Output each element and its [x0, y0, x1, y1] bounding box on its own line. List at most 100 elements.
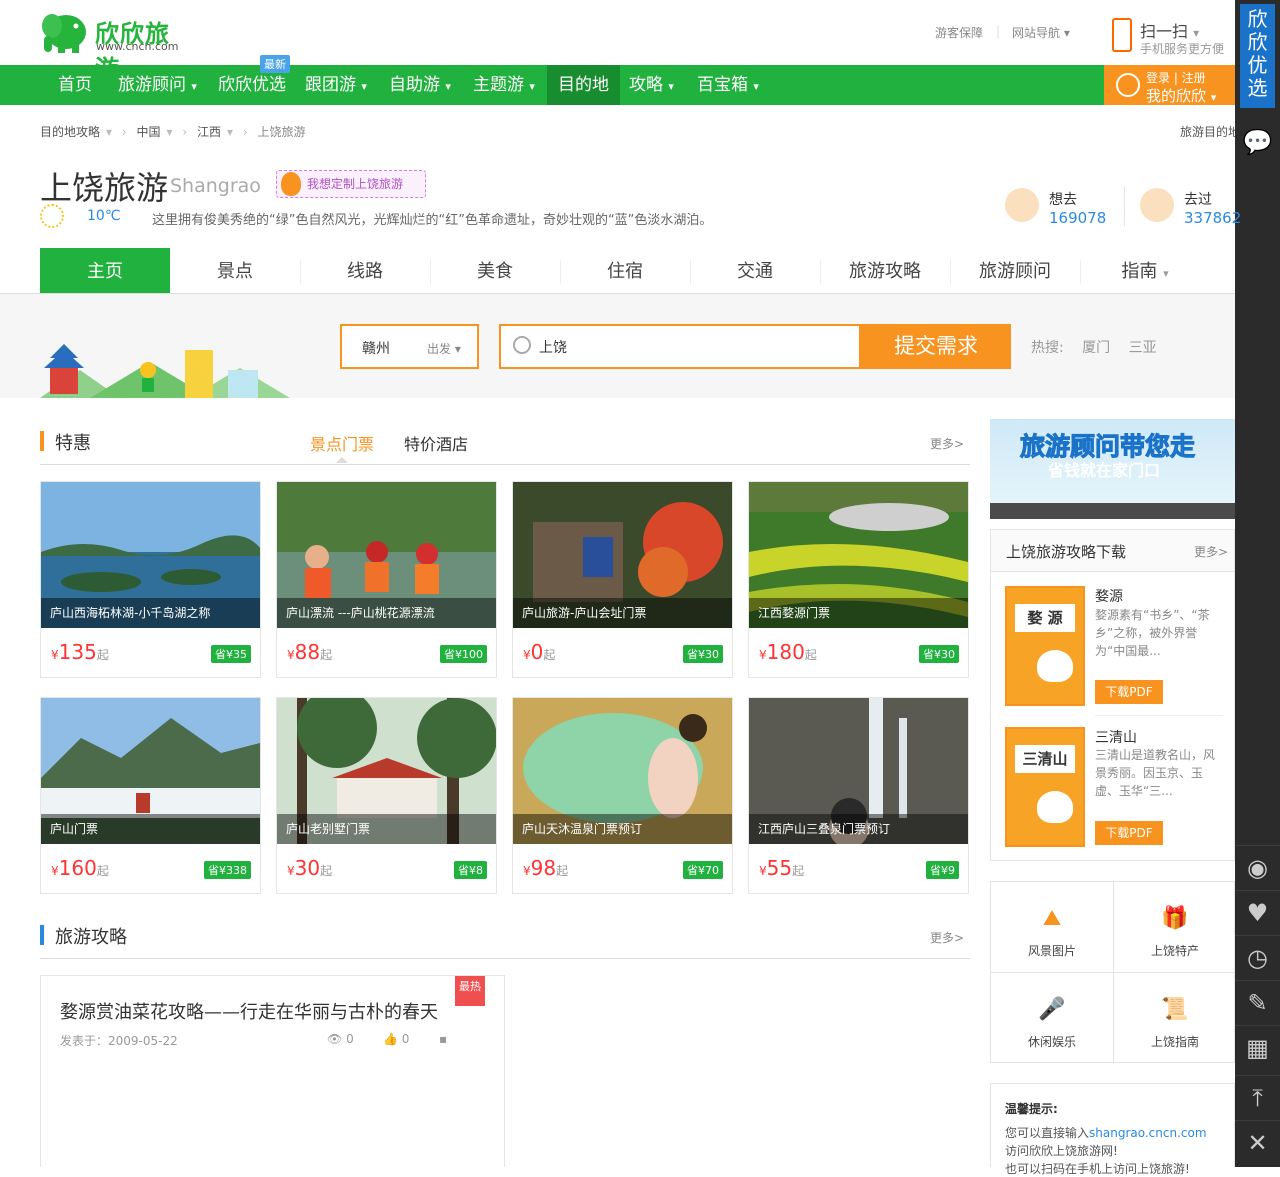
subtab-hotels[interactable]: 特价酒店 — [404, 431, 468, 455]
hot-search-link[interactable]: 厦门 — [1082, 340, 1110, 356]
site-nav-link[interactable]: 网站导航 ▾ — [1012, 24, 1070, 41]
tab-home[interactable]: 主页 — [40, 248, 170, 293]
submit-request-button[interactable]: 提交需求 — [861, 324, 1011, 369]
tab-transport[interactable]: 交通 — [690, 248, 820, 293]
tab-routes[interactable]: 线路 — [300, 248, 430, 293]
selection-promo[interactable]: 欣欣优选 — [1240, 4, 1275, 108]
book-cover[interactable]: 婺 源 — [1005, 586, 1085, 706]
departure-select[interactable]: 赣州 出发 ▾ — [340, 324, 479, 369]
city-guide-link[interactable]: 📜 上饶指南 — [1114, 973, 1236, 1063]
tab-hotels[interactable]: 住宿 — [560, 248, 690, 293]
login-register-link[interactable]: 登录 | 注册 — [1146, 69, 1206, 86]
deal-price: ¥135起 — [51, 640, 109, 664]
local-specialties-link[interactable]: 🎁 上饶特产 — [1114, 882, 1236, 972]
download-pdf-button[interactable]: 下载PDF — [1095, 821, 1163, 845]
quick-links-grid: ⛰ 风景图片 🎁 上饶特产 🎤 休闲娱乐 📜 上饶指南 — [990, 881, 1235, 1063]
nav-label: 旅游顾问 — [118, 75, 186, 95]
nav-guide[interactable]: 攻略 ▾ — [629, 65, 674, 105]
deal-card[interactable]: 庐山西海柘林湖-小千岛湖之称 ¥135起 省¥35 — [40, 481, 261, 678]
nav-self-tour[interactable]: 自助游 ▾ — [389, 65, 451, 105]
site-nav-label: 网站导航 — [1012, 26, 1061, 40]
history-clock-icon[interactable]: ◷ — [1235, 935, 1280, 980]
breadcrumb-item[interactable]: 江西 — [197, 125, 221, 139]
visitor-guarantee-link[interactable]: 游客保障 — [935, 24, 983, 41]
deals-title: 特惠 — [55, 433, 91, 454]
heart-icon — [1005, 188, 1039, 222]
deal-card[interactable]: 江西婺源门票 ¥180起 省¥30 — [748, 481, 969, 678]
divider — [300, 260, 301, 284]
site-logo[interactable]: 欣欣旅游 www.cncn.com — [40, 8, 190, 83]
wechat-icon[interactable]: 💬 — [1235, 120, 1280, 165]
tab-sights[interactable]: 景点 — [170, 248, 300, 293]
tip-title: 温馨提示: — [1005, 1102, 1058, 1116]
nav-destination[interactable]: 目的地 — [547, 65, 620, 105]
chevron-down-icon: ▾ — [529, 80, 535, 93]
deals-more-link[interactable]: 更多> — [930, 435, 964, 452]
scenery-photos-link[interactable]: ⛰ 风景图片 — [991, 882, 1113, 972]
login-box[interactable]: 登录 | 注册 我的欣欣 ▾ — [1104, 65, 1235, 105]
deal-card[interactable]: 庐山旅游-庐山会址门票 ¥0起 省¥30 — [512, 481, 733, 678]
tab-travel-guide[interactable]: 旅游攻略 — [820, 248, 950, 293]
nav-consultant[interactable]: 旅游顾问 ▾ — [118, 65, 197, 105]
save-badge: 省¥338 — [204, 861, 251, 879]
favorite-heart-icon[interactable]: ♥ — [1235, 890, 1280, 935]
guides-more-link[interactable]: 更多> — [930, 929, 964, 946]
guide-title[interactable]: 婺源赏油菜花攻略——行走在华丽与古朴的春天 — [60, 998, 438, 1024]
hot-search-link[interactable]: 三亚 — [1129, 340, 1157, 356]
tab-guide-menu[interactable]: 指南 ▾ — [1080, 248, 1210, 293]
qrcode-icon[interactable]: ▦ — [1235, 1025, 1280, 1070]
tab-food[interactable]: 美食 — [430, 248, 560, 293]
user-center-icon[interactable]: ◉ — [1235, 845, 1280, 890]
deal-card[interactable]: 庐山门票 ¥160起 省¥338 — [40, 697, 261, 894]
price-suffix: 起 — [320, 648, 333, 662]
chevron-down-icon: ▾ — [227, 125, 234, 139]
my-account[interactable]: 我的欣欣 ▾ — [1146, 85, 1216, 106]
breadcrumb-item[interactable]: 目的地攻略 — [40, 125, 100, 139]
custom-trip-button[interactable]: 我想定制上饶旅游 — [276, 170, 426, 198]
chevron-down-icon: ▾ — [753, 80, 759, 93]
scan-title-text: 扫一扫 — [1140, 22, 1189, 41]
deal-card[interactable]: 庐山天沐温泉门票预订 ¥98起 省¥70 — [512, 697, 733, 894]
downloads-more-link[interactable]: 更多> — [1194, 543, 1228, 560]
comment-icon[interactable]: ▪ — [439, 1032, 447, 1046]
scenery-icon: ⛰ — [1042, 906, 1062, 931]
guide-date: 发表于：2009-05-22 — [60, 1034, 178, 1048]
book-name[interactable]: 三清山 — [1095, 727, 1137, 747]
tip-text: 您可以直接输入 — [1005, 1126, 1090, 1140]
entertainment-link[interactable]: 🎤 休闲娱乐 — [991, 973, 1113, 1063]
consultant-banner[interactable]: 旅游顾问带您走 省钱就在家门口 — [990, 419, 1235, 519]
download-pdf-button[interactable]: 下载PDF — [1095, 680, 1163, 704]
edit-pencil-icon[interactable]: ✎ — [1235, 980, 1280, 1025]
downloads-header: 上饶旅游攻略下载 更多> — [991, 530, 1234, 572]
deal-price: ¥55起 — [759, 856, 804, 880]
tip-domain-link[interactable]: shangrao.cncn.com — [1089, 1126, 1207, 1140]
nav-home[interactable]: 首页 — [58, 65, 92, 105]
price-value: 0 — [530, 640, 544, 664]
search-input[interactable] — [539, 334, 839, 360]
breadcrumb-item[interactable]: 中国 — [137, 125, 161, 139]
guides-header: 旅游攻略 更多> — [40, 919, 970, 959]
back-to-top-icon[interactable]: ⤒ — [1235, 1075, 1280, 1120]
nav-group-tour[interactable]: 跟团游 ▾ — [305, 65, 367, 105]
likes[interactable]: 👍 0 — [383, 1032, 409, 1046]
deal-name: 江西庐山三叠泉门票预订 — [749, 814, 968, 844]
deal-card[interactable]: 庐山老别墅门票 ¥30起 省¥8 — [276, 697, 497, 894]
tab-consultant[interactable]: 旅游顾问 — [950, 248, 1080, 293]
deal-card[interactable]: 江西庐山三叠泉门票预订 ¥55起 省¥9 — [748, 697, 969, 894]
divider — [1080, 260, 1081, 284]
currency: ¥ — [287, 864, 295, 878]
guide-item[interactable]: 婺源赏油菜花攻略——行走在华丽与古朴的春天 最热 发表于：2009-05-22 … — [40, 975, 505, 1167]
subtab-tickets[interactable]: 景点门票 — [310, 431, 374, 455]
close-icon[interactable]: ✕ — [1235, 1120, 1280, 1165]
deal-card[interactable]: 庐山漂流 ---庐山桃花源漂流 ¥88起 省¥100 — [276, 481, 497, 678]
travel-illustration — [40, 344, 290, 398]
banner-subline: 省钱就在家门口 — [1037, 455, 1193, 481]
book-cover[interactable]: 三清山 — [1005, 727, 1085, 847]
price-suffix: 起 — [556, 864, 569, 878]
hot-badge: 最热 — [455, 976, 485, 1006]
chevron-down-icon: ▾ — [361, 80, 367, 93]
nav-theme-tour[interactable]: 主题游 ▾ — [473, 65, 535, 105]
book-name[interactable]: 婺源 — [1095, 586, 1123, 606]
nav-toolbox[interactable]: 百宝箱 ▾ — [697, 65, 759, 105]
breadcrumb-right-link[interactable]: 旅游目的地 — [1180, 123, 1235, 140]
